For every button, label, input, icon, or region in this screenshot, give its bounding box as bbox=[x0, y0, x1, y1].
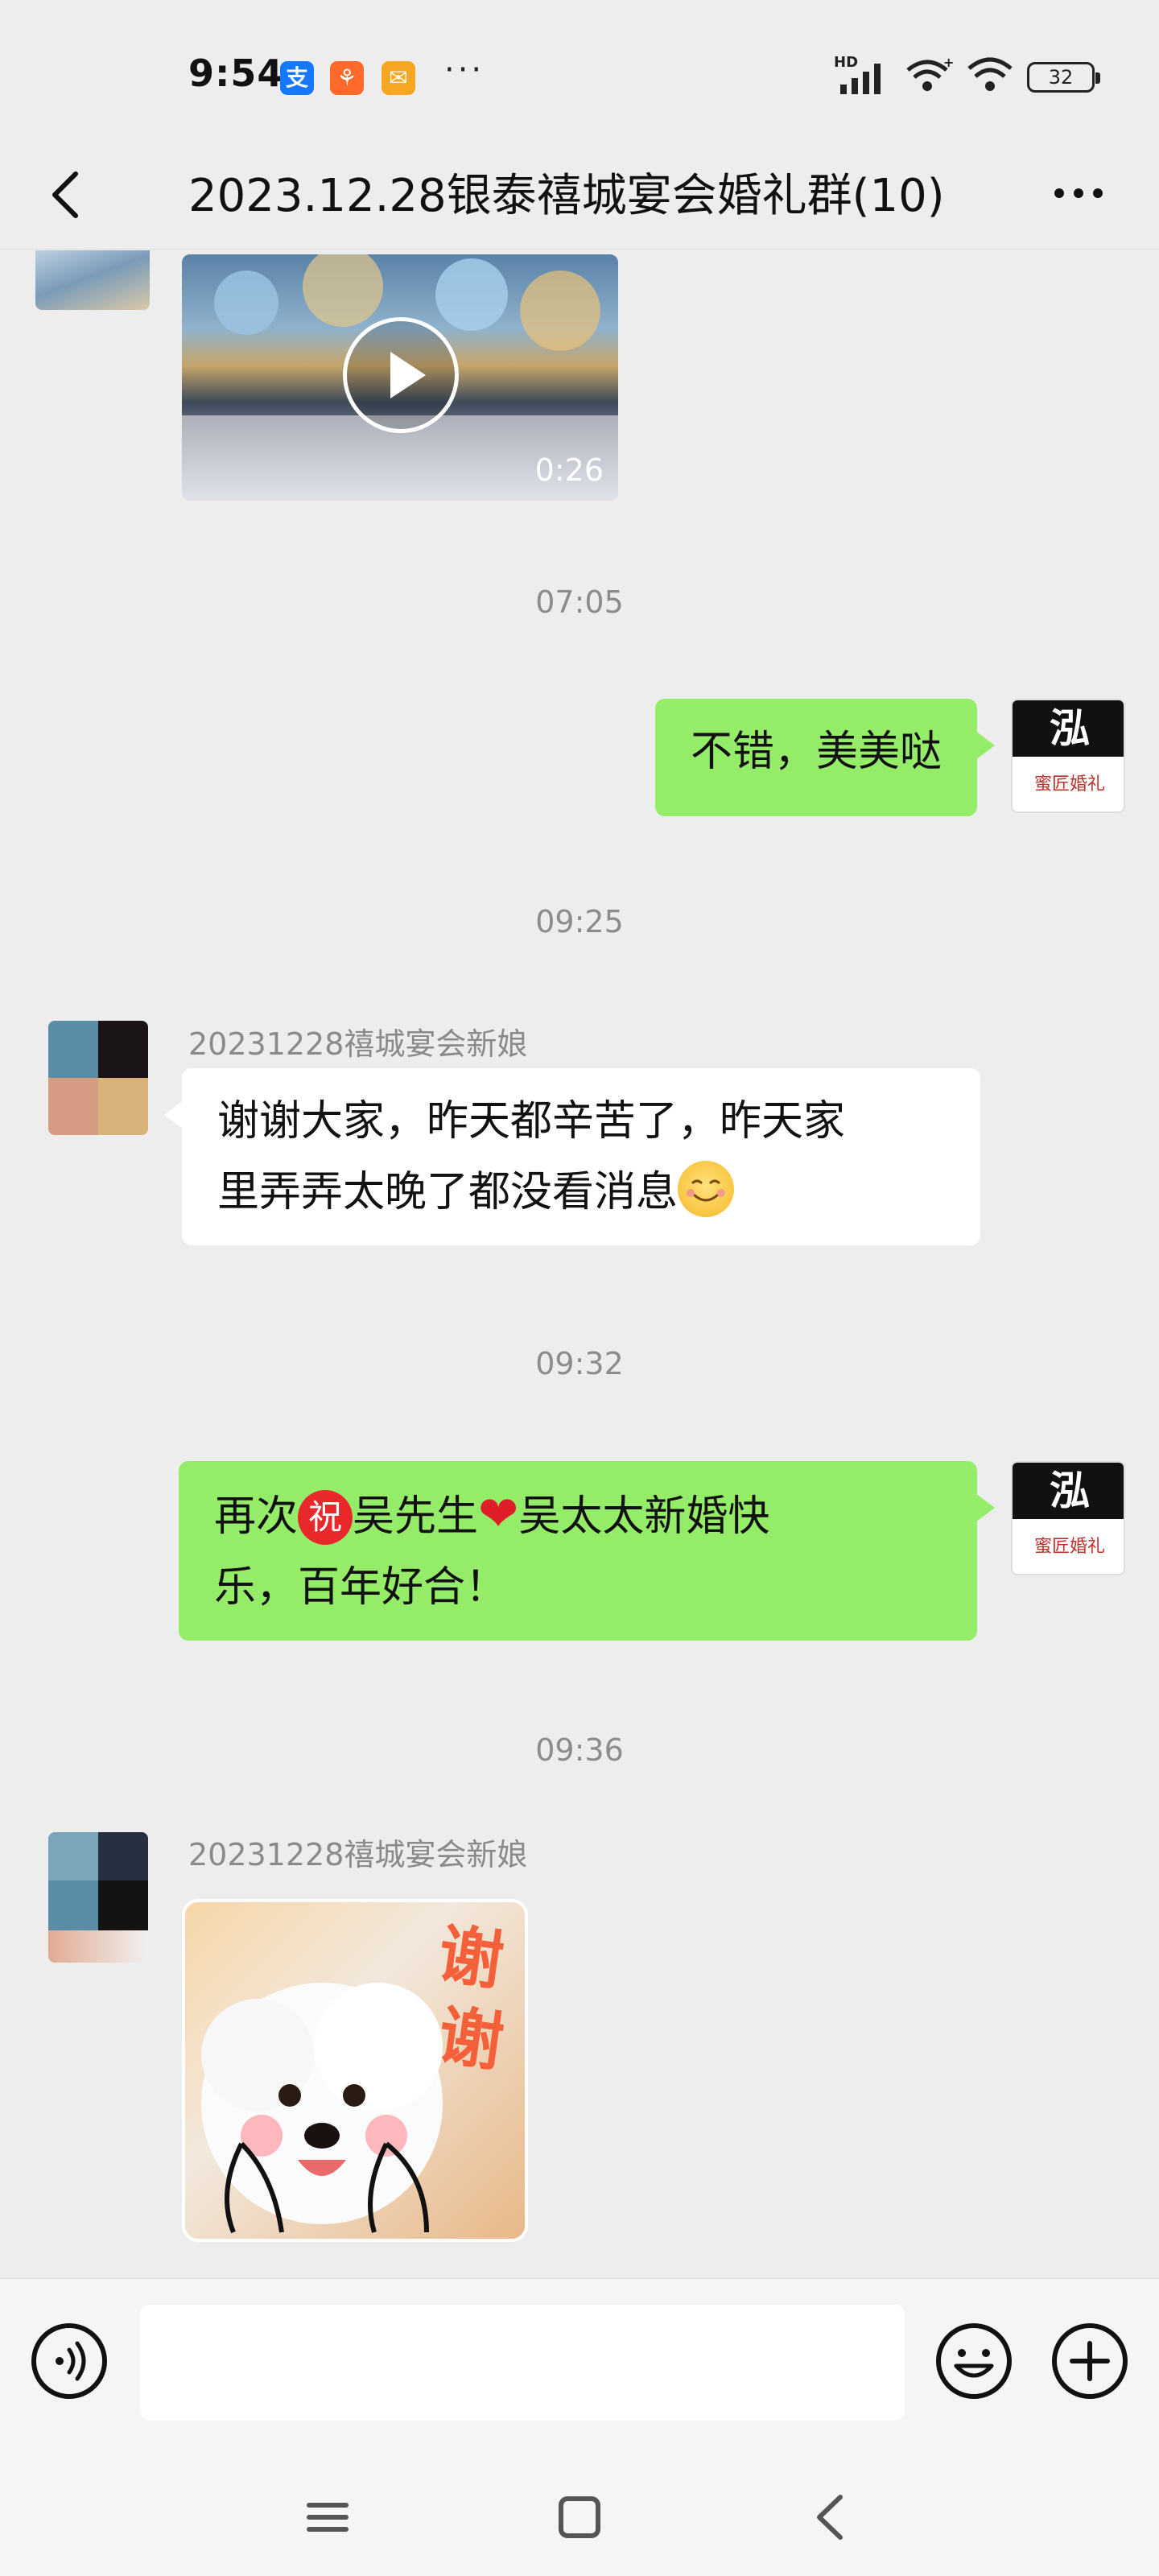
taobao-icon: ⚘ bbox=[330, 61, 364, 95]
heart-emoji-icon: ❤ bbox=[478, 1486, 519, 1542]
outgoing-message-bubble[interactable]: 再次祝吴先生❤吴太太新婚快 乐，百年好合！ bbox=[179, 1461, 995, 1641]
video-message[interactable]: 0:26 bbox=[182, 254, 618, 501]
sender-avatar[interactable] bbox=[48, 1832, 148, 1963]
system-back-button[interactable] bbox=[795, 2481, 868, 2553]
sender-avatar[interactable] bbox=[35, 250, 150, 310]
timestamp: 09:32 bbox=[535, 1346, 624, 1381]
my-avatar[interactable]: 泓 蜜匠婚礼 bbox=[1011, 699, 1125, 813]
status-time: 9:54 bbox=[188, 52, 284, 95]
outgoing-message-bubble[interactable]: 不错，美美哒 bbox=[654, 699, 996, 816]
back-button[interactable] bbox=[40, 163, 97, 227]
sender-name: 20231228禧城宴会新娘 bbox=[188, 1837, 528, 1872]
brand-logo-icon: 泓 bbox=[1013, 700, 1124, 757]
timestamp: 09:36 bbox=[535, 1732, 624, 1768]
more-dots-icon bbox=[1054, 188, 1103, 198]
message-text: 吴太太新婚快 bbox=[518, 1492, 770, 1541]
input-bar bbox=[0, 2278, 1159, 2455]
wifi-plus-icon: + bbox=[905, 55, 954, 97]
status-right-group: HD + 32 bbox=[834, 54, 1100, 97]
emoji-button[interactable] bbox=[934, 2321, 1014, 2401]
brand-logo-icon: 泓 bbox=[1013, 1463, 1124, 1519]
congrats-zhu-emoji-icon: 祝 bbox=[298, 1490, 353, 1545]
message-text-line: 再次祝吴先生❤吴太太新婚快 bbox=[214, 1479, 942, 1552]
message-text-line: 里弄弄太晚了都没看消息 bbox=[217, 1157, 945, 1228]
system-navigation-bar bbox=[0, 2455, 1159, 2576]
my-avatar[interactable]: 泓 蜜匠婚礼 bbox=[1011, 1461, 1125, 1575]
incoming-message-bubble[interactable]: 谢谢大家，昨天都辛苦了，昨天家 里弄弄太晚了都没看消息 bbox=[164, 1068, 980, 1245]
back-chevron-icon bbox=[817, 2495, 843, 2540]
play-icon[interactable] bbox=[343, 317, 459, 433]
svg-text:+: + bbox=[943, 57, 953, 70]
sticker-char: 谢 bbox=[434, 1916, 509, 2000]
timestamp: 09:25 bbox=[535, 904, 624, 939]
brand-name: 蜜匠婚礼 bbox=[1033, 774, 1105, 795]
brand-name: 蜜匠婚礼 bbox=[1033, 1537, 1105, 1557]
timestamp: 07:05 bbox=[535, 584, 624, 620]
recent-apps-button[interactable] bbox=[291, 2481, 364, 2553]
menu-icon bbox=[307, 2503, 349, 2532]
sticker-message[interactable]: 谢 谢 bbox=[182, 1899, 528, 2242]
sender-avatar[interactable] bbox=[48, 1021, 148, 1135]
hd-label: HD bbox=[834, 54, 859, 71]
alipay-icon: 支 bbox=[280, 61, 314, 95]
more-notifications-icon: ··· bbox=[444, 52, 485, 89]
message-list[interactable]: 0:26 07:05 不错，美美哒 泓 蜜匠婚礼 09:25 20231228禧… bbox=[0, 250, 1159, 2278]
sticker-char: 谢 bbox=[433, 1997, 509, 2081]
chevron-left-icon bbox=[52, 171, 78, 218]
chat-title: 2023.12.28银泰禧城宴会婚礼群(10) bbox=[188, 170, 945, 222]
more-options-button[interactable] bbox=[1046, 169, 1111, 217]
message-input[interactable] bbox=[140, 2305, 905, 2421]
chat-header: 2023.12.28银泰禧城宴会婚礼群(10) bbox=[0, 137, 1159, 250]
status-bar: 9:54 支 ⚘ ✉ ··· HD + 32 bbox=[0, 0, 1159, 153]
message-text: 再次 bbox=[214, 1492, 299, 1541]
video-duration: 0:26 bbox=[534, 452, 604, 488]
message-text-line: 乐，百年好合！ bbox=[214, 1563, 508, 1612]
message-text: 不错，美美哒 bbox=[690, 728, 942, 776]
message-text: 吴先生 bbox=[353, 1492, 479, 1541]
sender-name: 20231228禧城宴会新娘 bbox=[188, 1026, 528, 1062]
emoji-icon bbox=[936, 2323, 1012, 2399]
more-functions-button[interactable] bbox=[1050, 2321, 1130, 2401]
smiling-face-emoji-icon bbox=[678, 1161, 735, 1217]
voice-icon bbox=[31, 2323, 107, 2399]
plus-icon bbox=[1052, 2323, 1128, 2399]
battery-indicator: 32 bbox=[1027, 62, 1100, 93]
voice-input-button[interactable] bbox=[29, 2321, 109, 2401]
home-button[interactable] bbox=[543, 2481, 616, 2553]
wifi-icon bbox=[967, 57, 1013, 97]
home-square-icon bbox=[559, 2496, 600, 2538]
signal-icon: HD bbox=[834, 54, 890, 96]
mail-icon: ✉ bbox=[382, 61, 415, 95]
message-text-line: 谢谢大家，昨天都辛苦了，昨天家 bbox=[217, 1097, 846, 1146]
message-text: 里弄弄太晚了都没看消息 bbox=[217, 1168, 678, 1216]
